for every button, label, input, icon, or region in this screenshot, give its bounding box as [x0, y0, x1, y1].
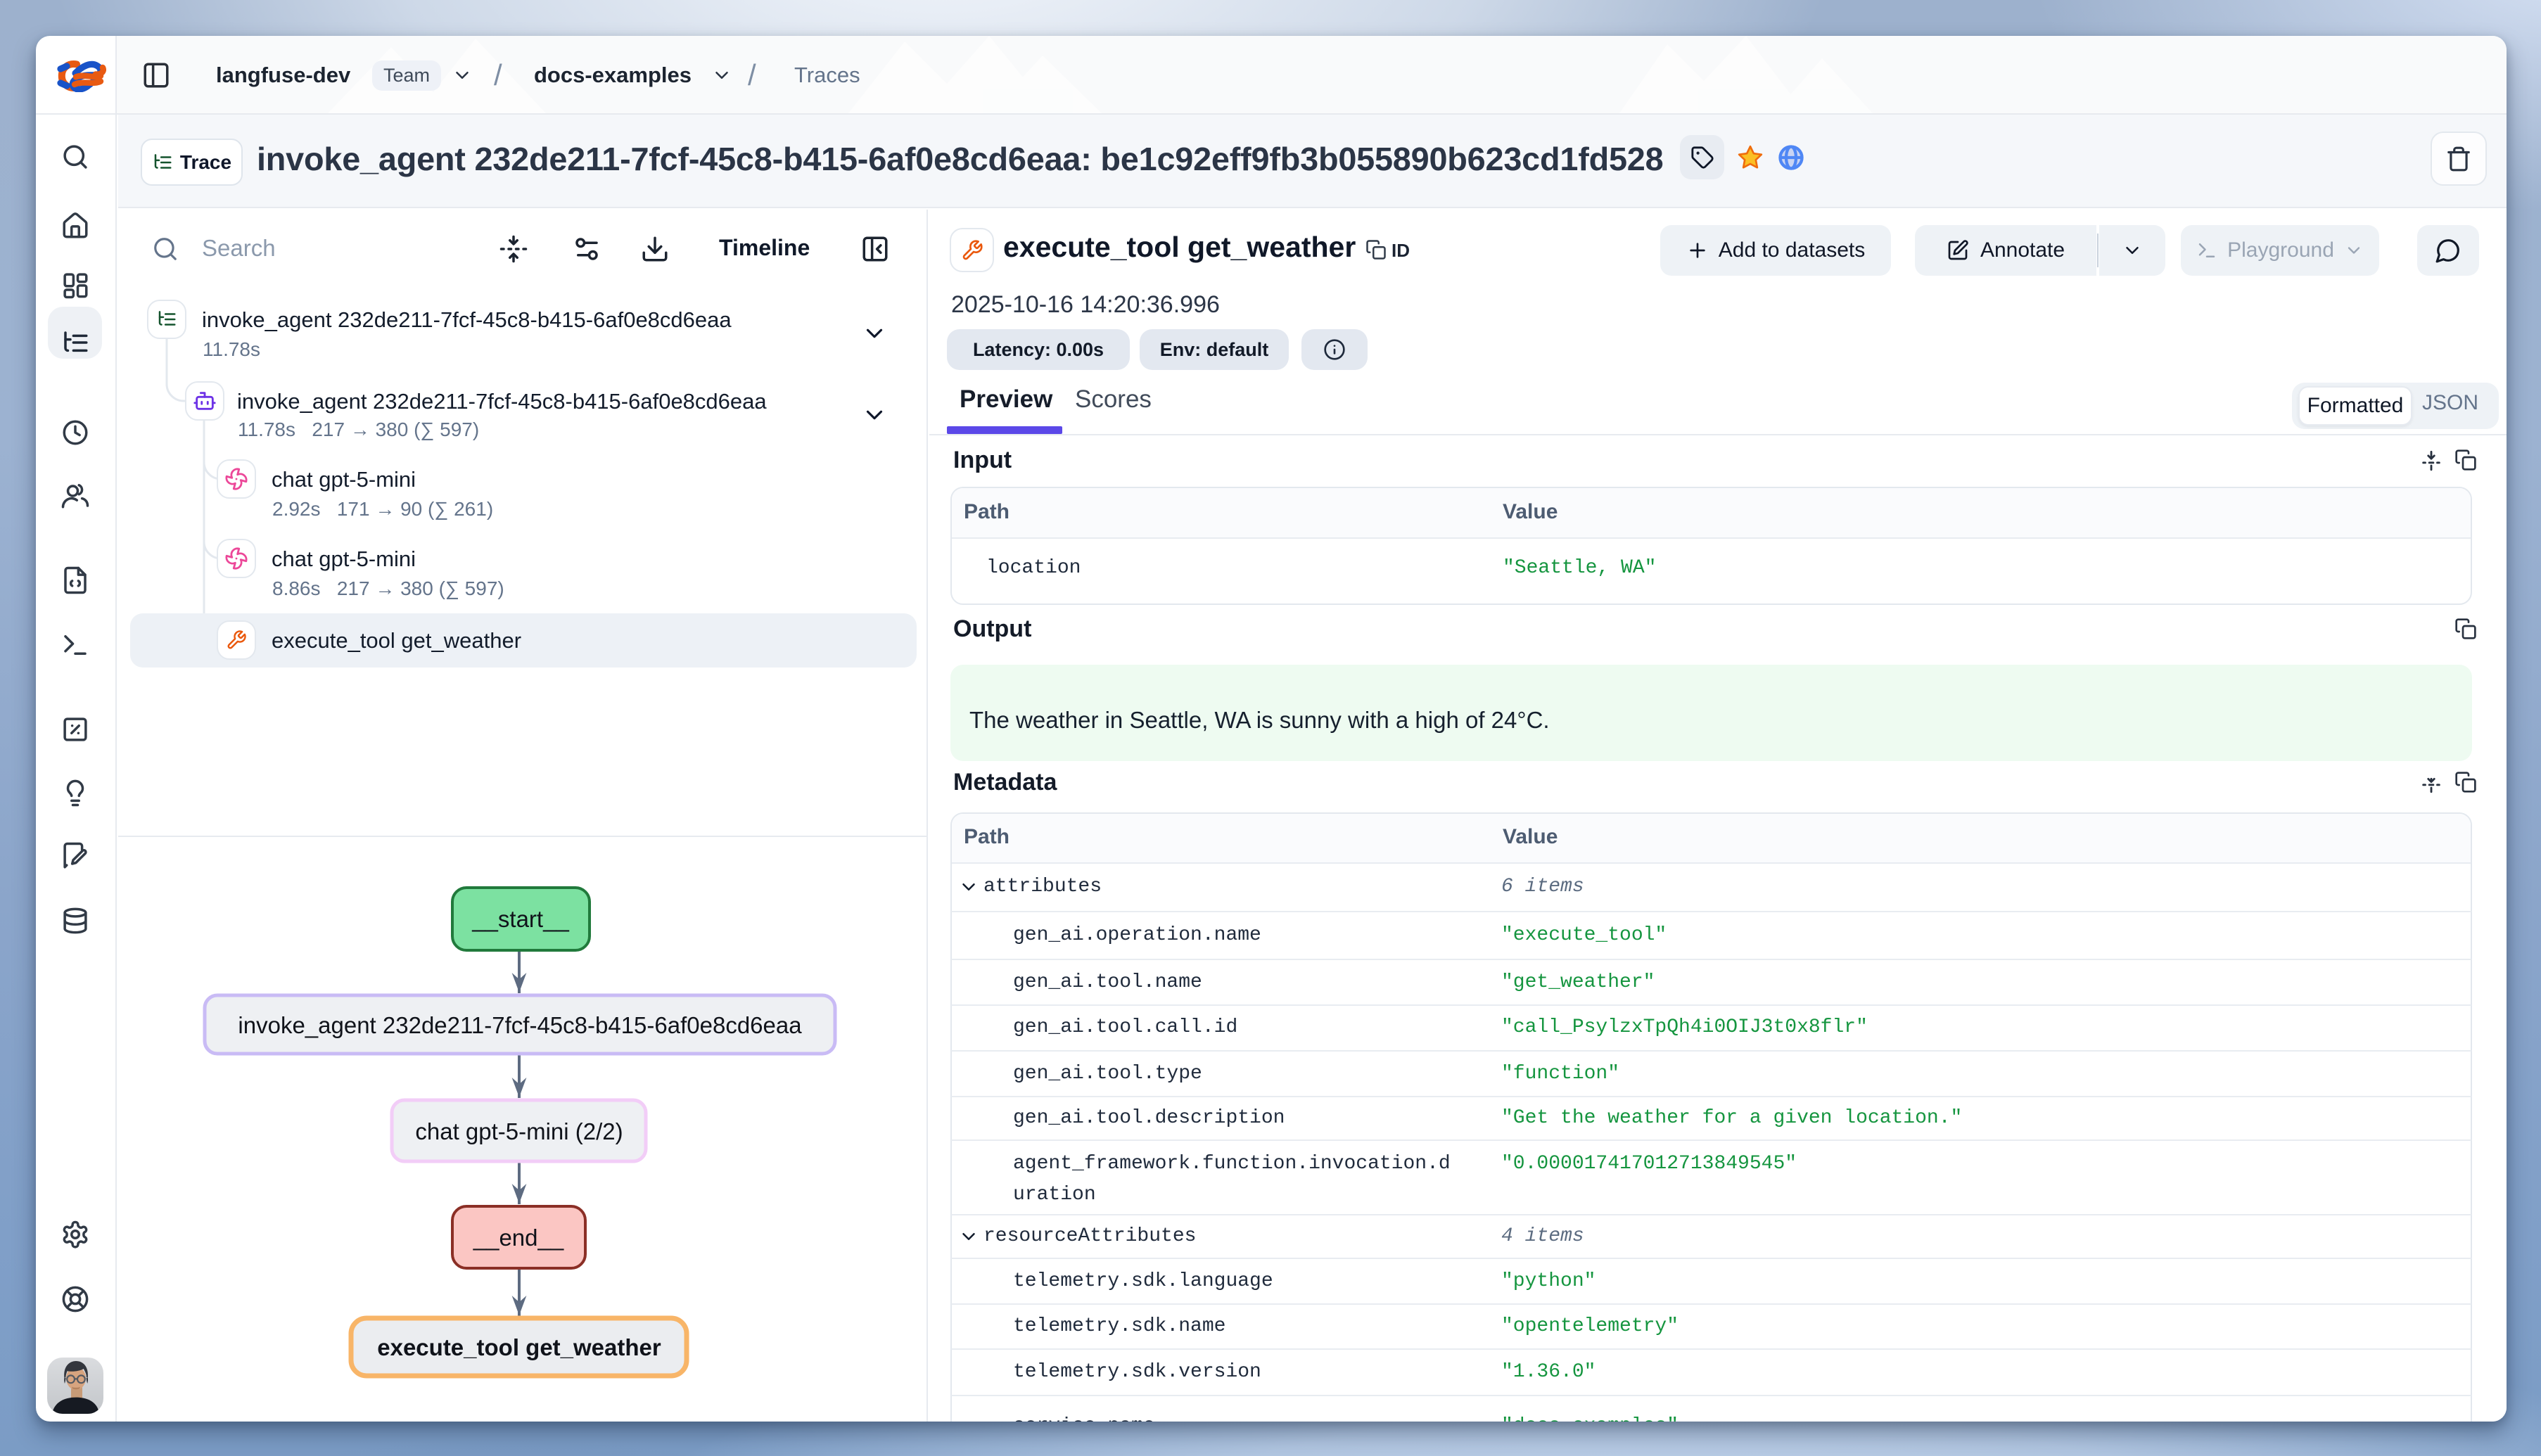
svg-text:__end__: __end__	[473, 1225, 564, 1251]
svg-text:__start__: __start__	[471, 906, 569, 932]
svg-text:execute_tool get_weather: execute_tool get_weather	[377, 1334, 661, 1360]
svg-text:chat gpt-5-mini (2/2): chat gpt-5-mini (2/2)	[415, 1118, 623, 1144]
svg-text:invoke_agent 232de211-7fcf-45c: invoke_agent 232de211-7fcf-45c8-b415-6af…	[238, 1012, 802, 1038]
